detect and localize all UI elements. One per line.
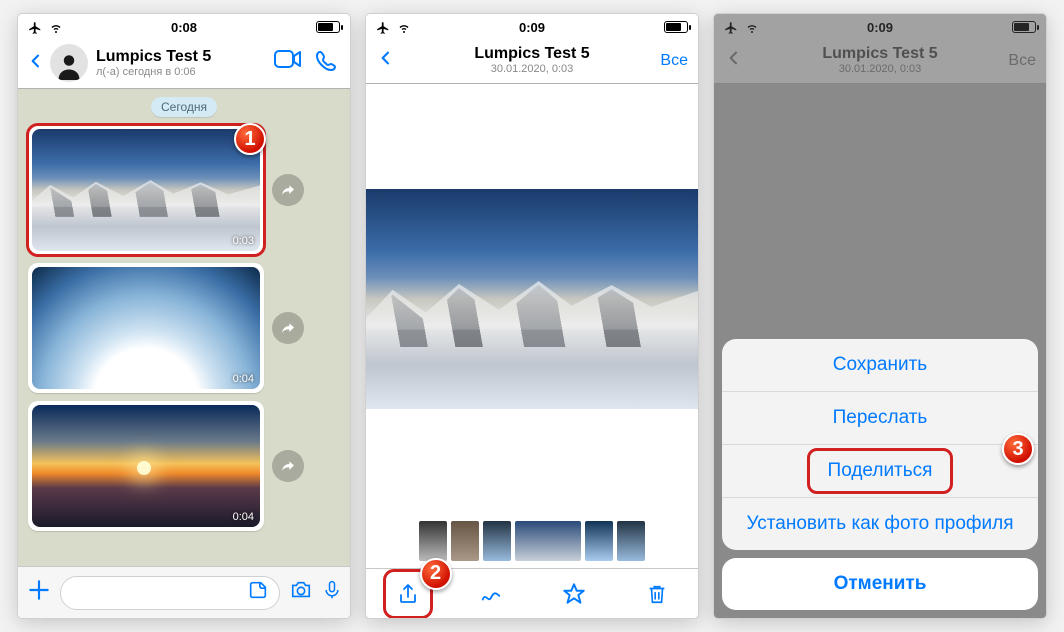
action-save[interactable]: Сохранить <box>722 339 1038 391</box>
thumb[interactable] <box>585 521 613 561</box>
status-bar: 0:08 <box>18 14 350 40</box>
screenshot-2-media-viewer: 0:09 Lumpics Test 5 30.01.2020, 0:03 Все <box>366 14 698 618</box>
star-button[interactable] <box>552 572 596 616</box>
camera-button[interactable] <box>288 579 314 606</box>
attach-button[interactable] <box>26 577 52 608</box>
media-toolbar: 2 <box>366 568 698 618</box>
callout-badge-3: 3 <box>1002 433 1034 465</box>
action-cancel[interactable]: Отменить <box>722 558 1038 610</box>
battery-icon <box>664 21 688 33</box>
image-thumbnail[interactable]: 0:04 <box>32 267 260 389</box>
callout-badge-1: 1 <box>234 123 266 155</box>
callout-badge-2: 2 <box>420 558 452 590</box>
thumb[interactable] <box>419 521 447 561</box>
action-sheet: Сохранить Переслать Поделиться 3 Установ… <box>722 339 1038 610</box>
back-button[interactable] <box>24 45 48 82</box>
delete-button[interactable] <box>635 572 679 616</box>
avatar[interactable] <box>50 44 88 82</box>
action-share-label: Поделиться <box>828 460 933 481</box>
chat-body[interactable]: Сегодня 0:03 1 0:04 0 <box>18 89 350 566</box>
chat-header: Lumpics Test 5 л(-а) сегодня в 0:06 <box>18 40 350 89</box>
media-header: Lumpics Test 5 30.01.2020, 0:03 Все <box>366 40 698 84</box>
voice-call-button[interactable] <box>314 49 338 78</box>
chat-title[interactable]: Lumpics Test 5 <box>96 48 274 66</box>
chat-input-bar <box>18 566 350 618</box>
status-time: 0:09 <box>519 20 545 35</box>
battery-icon <box>316 21 340 33</box>
sticker-button[interactable] <box>247 579 269 606</box>
video-call-button[interactable] <box>274 49 302 78</box>
action-set-profile-photo[interactable]: Установить как фото профиля <box>722 497 1038 550</box>
message-image-2[interactable]: 0:04 <box>28 263 264 393</box>
action-forward[interactable]: Переслать <box>722 391 1038 444</box>
forward-button[interactable] <box>272 450 304 482</box>
thumb[interactable] <box>483 521 511 561</box>
media-title: Lumpics Test 5 <box>366 45 698 63</box>
thumb[interactable] <box>451 521 479 561</box>
action-sheet-overlay[interactable]: Сохранить Переслать Поделиться 3 Установ… <box>714 14 1046 618</box>
thumb-selected[interactable] <box>515 521 581 561</box>
forward-button[interactable] <box>272 312 304 344</box>
draw-button[interactable] <box>469 572 513 616</box>
mic-button[interactable] <box>322 577 342 608</box>
status-bar: 0:09 <box>366 14 698 40</box>
share-button[interactable]: 2 <box>386 572 430 616</box>
image-viewer[interactable] <box>366 84 698 514</box>
message-time: 0:04 <box>233 511 254 523</box>
media-subtitle: 30.01.2020, 0:03 <box>366 63 698 76</box>
image-thumbnail[interactable]: 0:04 <box>32 405 260 527</box>
message-image-1[interactable]: 0:03 1 <box>28 125 264 255</box>
forward-button[interactable] <box>272 174 304 206</box>
action-share[interactable]: Поделиться 3 <box>722 444 1038 497</box>
thumb[interactable] <box>617 521 645 561</box>
last-seen: л(-а) сегодня в 0:06 <box>96 66 274 78</box>
message-input[interactable] <box>60 576 280 610</box>
thumbnail-strip[interactable] <box>366 514 698 568</box>
screenshot-3-action-sheet: 0:09 Lumpics Test 5 30.01.2020, 0:03 Все… <box>714 14 1046 618</box>
message-image-3[interactable]: 0:04 <box>28 401 264 531</box>
status-time: 0:08 <box>171 20 197 35</box>
image-thumbnail[interactable]: 0:03 <box>32 129 260 251</box>
date-separator: Сегодня <box>151 97 217 117</box>
message-time: 0:04 <box>233 373 254 385</box>
screenshot-1-chat: 0:08 Lumpics Test 5 л(-а) сегодня в 0:06 <box>18 14 350 618</box>
message-time: 0:03 <box>233 235 254 247</box>
viewed-image[interactable] <box>366 189 698 409</box>
